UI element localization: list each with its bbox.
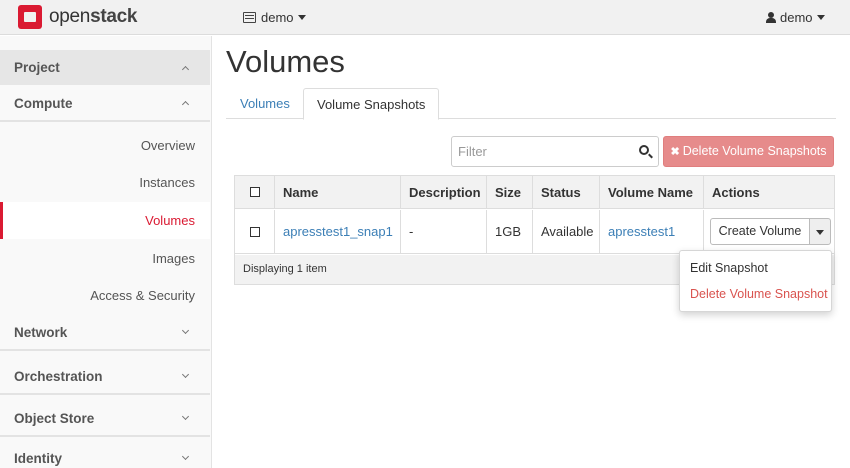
sidebar-project-label: Project <box>14 60 60 75</box>
sidebar-section-object-store[interactable]: Object Store <box>0 401 210 437</box>
actions-dropdown-menu: Edit Snapshot Delete Volume Snapshot <box>679 250 832 312</box>
table-header: Name Description Size Status Volume Name… <box>235 176 834 209</box>
actions-dropdown-toggle[interactable] <box>809 218 831 245</box>
chevron-down-icon <box>181 412 190 421</box>
menu-item-edit-snapshot[interactable]: Edit Snapshot <box>680 255 831 281</box>
close-icon: ✖ <box>670 146 680 158</box>
row-checkbox[interactable] <box>250 227 260 237</box>
project-list-icon <box>243 12 256 23</box>
cell-status: Available <box>532 210 599 254</box>
caret-down-icon <box>816 15 825 20</box>
sidebar-project-header[interactable]: Project <box>0 50 210 85</box>
caret-down-icon <box>816 230 824 235</box>
sidebar-section-label: Identity <box>14 451 63 466</box>
chevron-down-icon <box>181 370 190 379</box>
project-selector-label: demo <box>261 10 294 25</box>
sidebar-section-label: Orchestration <box>14 369 103 384</box>
cell-name: apresstest1_snap1 <box>274 210 400 254</box>
sidebar-section-compute[interactable]: Compute <box>0 86 210 122</box>
page-title: Volumes <box>226 44 345 79</box>
create-volume-button[interactable]: Create Volume <box>710 218 810 245</box>
filter-input[interactable] <box>452 137 622 166</box>
openstack-logo[interactable]: openstack <box>18 5 137 29</box>
column-header-actions: Actions <box>703 176 834 209</box>
openstack-logo-icon <box>18 5 42 29</box>
project-selector[interactable]: demo <box>243 10 306 25</box>
filter-field <box>451 136 659 167</box>
search-icon[interactable] <box>639 145 649 155</box>
chevron-up-icon <box>181 65 190 73</box>
caret-down-icon <box>297 15 306 20</box>
sidebar-section-network[interactable]: Network <box>0 315 210 351</box>
snapshot-name-link[interactable]: apresstest1_snap1 <box>283 224 393 239</box>
sidebar-section-label: Compute <box>14 96 73 111</box>
sidebar-item-images[interactable]: Images <box>0 240 210 277</box>
tab-volume-snapshots[interactable]: Volume Snapshots <box>303 88 440 120</box>
volume-name-link[interactable]: apresstest1 <box>608 224 675 239</box>
user-menu-label: demo <box>780 10 813 25</box>
column-header-status[interactable]: Status <box>532 176 599 209</box>
sidebar-section-label: Network <box>14 325 68 340</box>
delete-button-label: Delete Volume Snapshots <box>682 144 827 158</box>
sidebar-item-volumes[interactable]: Volumes <box>0 202 210 239</box>
delete-volume-snapshots-button[interactable]: ✖ Delete Volume Snapshots <box>663 136 834 167</box>
sidebar-item-instances[interactable]: Instances <box>0 164 210 201</box>
cell-description: - <box>400 210 486 254</box>
sidebar-section-identity[interactable]: Identity <box>0 441 210 468</box>
tab-bar: Volumes Volume Snapshots <box>226 88 836 120</box>
select-all-checkbox[interactable] <box>250 187 260 197</box>
top-navbar: openstack demo demo <box>0 0 850 35</box>
brand-name: openstack <box>49 6 138 27</box>
column-header-name[interactable]: Name <box>274 176 400 209</box>
chevron-down-icon <box>181 326 190 335</box>
sidebar: Project Compute Overview Instances Volum… <box>0 36 212 468</box>
column-header-volume-name[interactable]: Volume Name <box>599 176 703 209</box>
menu-item-delete-volume-snapshot[interactable]: Delete Volume Snapshot <box>680 281 831 307</box>
cell-size: 1GB <box>486 210 532 254</box>
sidebar-item-overview[interactable]: Overview <box>0 127 210 164</box>
user-menu[interactable]: demo <box>766 10 825 25</box>
column-header-description[interactable]: Description <box>400 176 486 209</box>
user-icon <box>766 12 776 23</box>
column-header-size[interactable]: Size <box>486 176 532 209</box>
sidebar-section-orchestration[interactable]: Orchestration <box>0 359 210 395</box>
cell-volume-name: apresstest1 <box>599 210 703 254</box>
tab-volumes[interactable]: Volumes <box>227 88 303 119</box>
chevron-up-icon <box>181 100 190 109</box>
chevron-down-icon <box>181 452 190 461</box>
sidebar-item-access-security[interactable]: Access & Security <box>0 277 210 314</box>
sidebar-section-label: Object Store <box>14 411 95 426</box>
